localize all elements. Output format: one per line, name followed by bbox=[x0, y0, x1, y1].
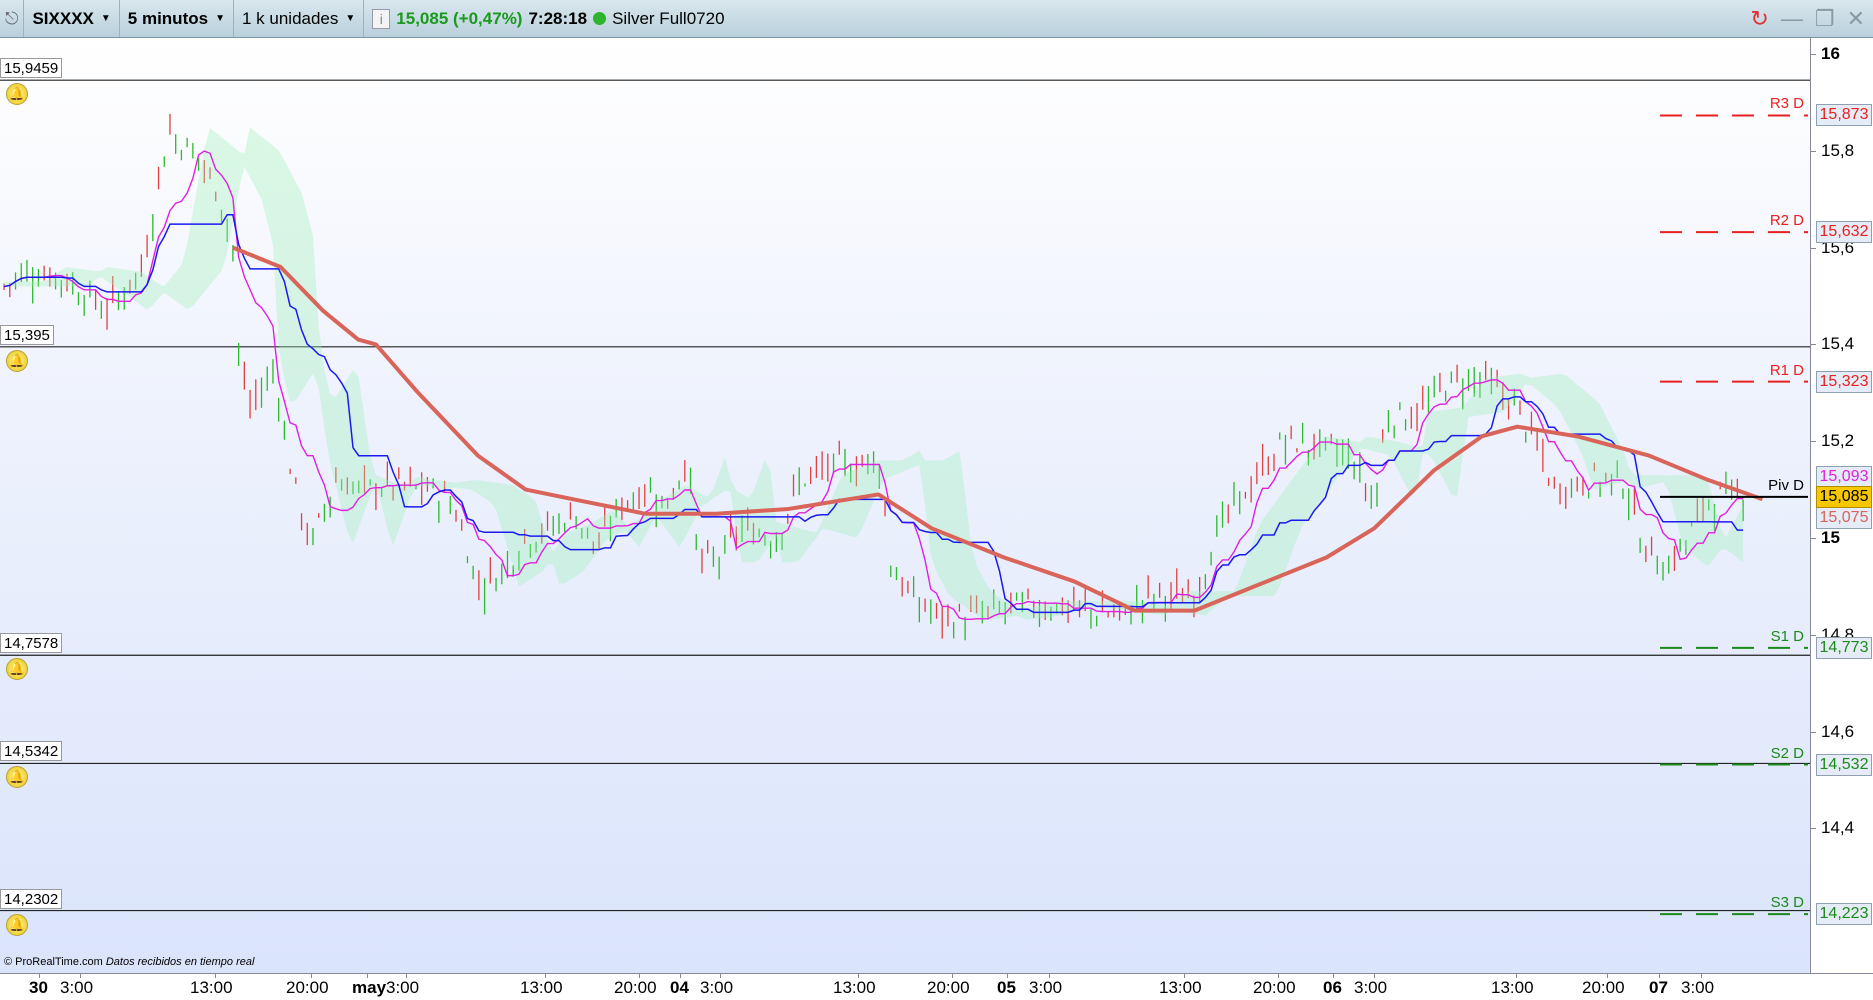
y-tick-mark bbox=[1811, 247, 1816, 249]
y-tick-mark bbox=[1811, 344, 1816, 346]
indicator-price-tag: 15,093 bbox=[1816, 465, 1872, 488]
x-tick-label: 07 bbox=[1649, 978, 1668, 997]
x-tick-label: 3:00 bbox=[700, 978, 734, 997]
feed-label: Silver Full0720 bbox=[612, 8, 725, 28]
units-label: 1 k unidades bbox=[241, 8, 339, 28]
pivot-price-tag: 15,323 bbox=[1816, 370, 1872, 393]
y-tick-label: 14,6 bbox=[1821, 721, 1855, 741]
pivot-label: R2 D bbox=[1769, 212, 1804, 230]
y-tick-label: 16 bbox=[1821, 44, 1840, 63]
y-tick-label: 14,4 bbox=[1821, 818, 1855, 838]
bell-icon[interactable]: 🔔 bbox=[6, 83, 28, 106]
indicator-price-tag: 15,075 bbox=[1816, 506, 1872, 529]
footer-brand: © ProRealTime.com bbox=[4, 956, 103, 968]
alert-label[interactable]: 15,395 bbox=[0, 324, 54, 345]
refresh-icon[interactable]: ↻ bbox=[1750, 6, 1768, 32]
x-tick-label: 30 bbox=[29, 978, 48, 997]
alert-label[interactable]: 15,9459 bbox=[0, 58, 63, 79]
x-tick-label: 20:00 bbox=[286, 978, 329, 997]
x-tick-label: 06 bbox=[1323, 978, 1342, 997]
symbol-selector[interactable]: SIXXXX ▼ bbox=[24, 0, 120, 37]
symbol-label: SIXXXX bbox=[32, 8, 94, 28]
price-chart[interactable]: 15,9459 🔔 15,395 🔔 14,7578 🔔 14,5342 🔔 14,2302 🔔 … bbox=[0, 38, 1811, 973]
link-toggle[interactable]: ⎋ bbox=[0, 0, 25, 37]
close-icon[interactable]: ✕ bbox=[1847, 6, 1865, 32]
y-tick-label: 15,2 bbox=[1821, 431, 1855, 451]
pivot-price-tag: 14,532 bbox=[1816, 753, 1872, 776]
pivot-price-tag: 15,873 bbox=[1816, 104, 1872, 127]
x-tick-label: 3:00 bbox=[386, 978, 420, 997]
clock: 7:28:18 bbox=[528, 8, 588, 28]
x-tick-label: 13:00 bbox=[1491, 978, 1534, 997]
last-price: 15,085 (+0,47%) bbox=[396, 8, 523, 28]
x-tick-label: 20:00 bbox=[614, 978, 657, 997]
pivot-price-tag: 15,632 bbox=[1816, 221, 1872, 244]
moving-average-line bbox=[232, 245, 1764, 613]
y-tick-label: 15,4 bbox=[1821, 334, 1855, 354]
price-axis[interactable]: 16 15,8 15,6 15,4 15,2 15 14,8 14,6 14,4 15,873 15… bbox=[1811, 38, 1873, 973]
y-tick-mark bbox=[1811, 731, 1816, 733]
footer: © ProRealTime.com Datos recibidos en tie… bbox=[4, 956, 254, 968]
y-tick-mark bbox=[1811, 634, 1816, 636]
alert-label[interactable]: 14,2302 bbox=[0, 888, 63, 909]
info-icon[interactable]: i bbox=[372, 8, 391, 29]
minimize-icon[interactable]: — bbox=[1781, 6, 1803, 32]
x-tick-label: 13:00 bbox=[833, 978, 876, 997]
y-tick-label: 15,8 bbox=[1821, 140, 1855, 160]
ichimoku-cloud bbox=[4, 127, 1744, 620]
units-selector[interactable]: 1 k unidades ▼ bbox=[234, 0, 365, 37]
bell-icon[interactable]: 🔔 bbox=[6, 349, 28, 372]
pivot-price-tag: 14,223 bbox=[1816, 903, 1872, 926]
y-tick-mark bbox=[1811, 441, 1816, 443]
footer-note: Datos recibidos en tiempo real bbox=[105, 956, 255, 968]
alert-label[interactable]: 14,5342 bbox=[0, 741, 63, 762]
pivot-label: R3 D bbox=[1769, 95, 1804, 113]
pivot-label: S3 D bbox=[1770, 894, 1804, 912]
x-tick-label: may bbox=[352, 978, 387, 997]
status-dot-icon bbox=[593, 12, 607, 25]
x-tick-label: 13:00 bbox=[520, 978, 563, 997]
time-axis[interactable]: 30 3:00 13:00 20:00 may 3:00 13:00 20:00 04 3:00 1… bbox=[0, 973, 1873, 1000]
restore-icon[interactable]: ❐ bbox=[1815, 6, 1835, 32]
y-tick-mark bbox=[1811, 150, 1816, 152]
x-tick-label: 05 bbox=[997, 978, 1016, 997]
chart-toolbar: ⎋ SIXXXX ▼ 5 minutos ▼ 1 k unidades ▼ i 15,… bbox=[0, 0, 1873, 38]
x-tick-label: 13:00 bbox=[190, 978, 233, 997]
x-tick-label: 20:00 bbox=[1253, 978, 1296, 997]
timeframe-selector[interactable]: 5 minutos ▼ bbox=[120, 0, 234, 37]
current-price-tag: 15,085 bbox=[1816, 485, 1872, 508]
x-tick-label: 20:00 bbox=[927, 978, 970, 997]
y-tick-label: 15 bbox=[1821, 528, 1840, 547]
pivot-label: S2 D bbox=[1770, 744, 1804, 762]
x-tick-label: 3:00 bbox=[1681, 978, 1715, 997]
x-tick-label: 3:00 bbox=[60, 978, 94, 997]
alert-label[interactable]: 14,7578 bbox=[0, 633, 63, 654]
pivot-label: R1 D bbox=[1769, 361, 1804, 379]
y-tick-mark bbox=[1811, 538, 1816, 539]
pivot-label: S1 D bbox=[1770, 627, 1804, 645]
chevron-down-icon: ▼ bbox=[215, 13, 225, 24]
x-tick-label: 13:00 bbox=[1159, 978, 1202, 997]
pivot-price-tag: 14,773 bbox=[1816, 636, 1872, 659]
y-tick-mark bbox=[1811, 54, 1816, 55]
x-tick-label: 20:00 bbox=[1582, 978, 1625, 997]
timeframe-label: 5 minutos bbox=[127, 8, 209, 28]
pivot-label: Piv D bbox=[1768, 476, 1804, 494]
y-tick-mark bbox=[1811, 828, 1816, 830]
x-tick-label: 3:00 bbox=[1029, 978, 1063, 997]
bell-icon[interactable]: 🔔 bbox=[6, 913, 28, 936]
chevron-down-icon: ▼ bbox=[345, 13, 356, 24]
chevron-down-icon: ▼ bbox=[100, 13, 111, 24]
x-tick-label: 3:00 bbox=[1354, 978, 1388, 997]
x-tick-label: 04 bbox=[670, 978, 689, 997]
chart-canvas bbox=[0, 79, 1810, 916]
